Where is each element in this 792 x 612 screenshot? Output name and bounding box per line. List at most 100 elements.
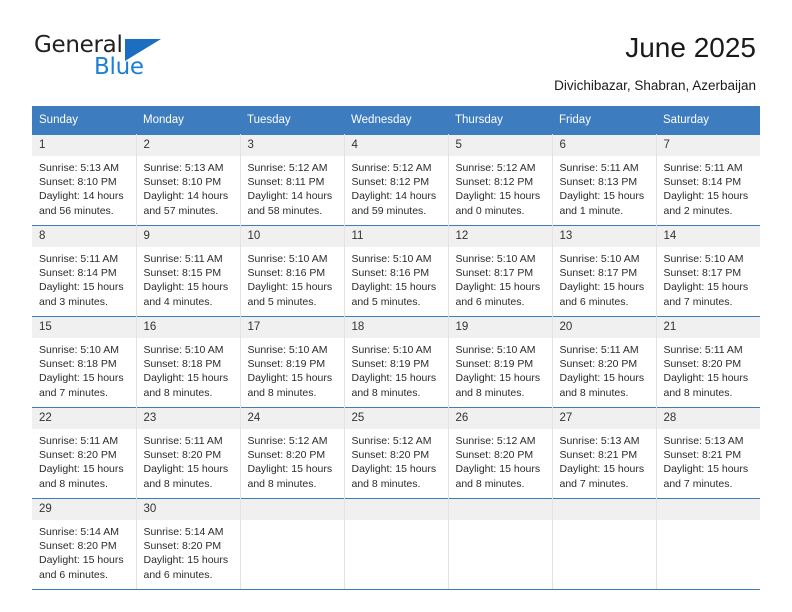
day-number: 17 (240, 317, 344, 338)
sunrise-text: Sunrise: 5:11 AM (143, 253, 223, 265)
brand-name-blue: Blue (94, 54, 144, 80)
day-number: 23 (136, 408, 240, 429)
day-cell[interactable]: 24 Sunrise: 5:12 AM Sunset: 8:20 PM Dayl… (240, 407, 345, 499)
day-cell[interactable]: 30 Sunrise: 5:14 AM Sunset: 8:20 PM Dayl… (136, 498, 241, 590)
daylight-text: Daylight: 15 hours and 7 minutes. (663, 463, 749, 490)
day-details: Sunrise: 5:11 AM Sunset: 8:14 PM Dayligh… (32, 247, 136, 309)
day-cell[interactable]: 10 Sunrise: 5:10 AM Sunset: 8:16 PM Dayl… (240, 225, 345, 317)
day-number: 13 (552, 226, 656, 247)
day-cell[interactable]: 4 Sunrise: 5:12 AM Sunset: 8:12 PM Dayli… (344, 134, 449, 226)
day-cell[interactable]: 15 Sunrise: 5:10 AM Sunset: 8:18 PM Dayl… (32, 316, 137, 408)
day-cell-empty (344, 498, 449, 590)
page-title: June 2025 (625, 32, 756, 63)
day-cell[interactable]: 6 Sunrise: 5:11 AM Sunset: 8:13 PM Dayli… (552, 134, 657, 226)
daylight-text: Daylight: 15 hours and 8 minutes. (351, 372, 437, 399)
day-details: Sunrise: 5:13 AM Sunset: 8:21 PM Dayligh… (657, 429, 761, 491)
day-number: 10 (240, 226, 344, 247)
day-cell[interactable]: 5 Sunrise: 5:12 AM Sunset: 8:12 PM Dayli… (448, 134, 553, 226)
weekday-header-sunday: Sunday (32, 106, 136, 135)
daylight-text: Daylight: 15 hours and 8 minutes. (455, 463, 541, 490)
sunrise-text: Sunrise: 5:11 AM (143, 435, 223, 447)
sunset-text: Sunset: 8:19 PM (351, 358, 430, 371)
week-row: 1 Sunrise: 5:13 AM Sunset: 8:10 PM Dayli… (32, 134, 761, 226)
day-details: Sunrise: 5:11 AM Sunset: 8:14 PM Dayligh… (657, 156, 761, 218)
day-details (345, 520, 448, 525)
day-cell[interactable]: 3 Sunrise: 5:12 AM Sunset: 8:11 PM Dayli… (240, 134, 345, 226)
day-cell[interactable]: 25 Sunrise: 5:12 AM Sunset: 8:20 PM Dayl… (344, 407, 449, 499)
day-cell[interactable]: 8 Sunrise: 5:11 AM Sunset: 8:14 PM Dayli… (32, 225, 137, 317)
day-details: Sunrise: 5:13 AM Sunset: 8:10 PM Dayligh… (137, 156, 240, 218)
day-cell[interactable]: 26 Sunrise: 5:12 AM Sunset: 8:20 PM Dayl… (448, 407, 553, 499)
sunset-text: Sunset: 8:15 PM (143, 267, 222, 280)
day-cell[interactable]: 19 Sunrise: 5:10 AM Sunset: 8:19 PM Dayl… (448, 316, 553, 408)
day-number: 11 (344, 226, 448, 247)
sunrise-text: Sunrise: 5:11 AM (39, 435, 119, 447)
sunset-text: Sunset: 8:12 PM (455, 176, 534, 189)
day-cell[interactable]: 21 Sunrise: 5:11 AM Sunset: 8:20 PM Dayl… (656, 316, 761, 408)
day-number: 18 (344, 317, 448, 338)
daylight-text: Daylight: 15 hours and 6 minutes. (455, 281, 541, 308)
daylight-text: Daylight: 15 hours and 0 minutes. (455, 190, 541, 217)
day-details: Sunrise: 5:11 AM Sunset: 8:13 PM Dayligh… (553, 156, 656, 218)
week-row: 29 Sunrise: 5:14 AM Sunset: 8:20 PM Dayl… (32, 498, 760, 590)
day-cell[interactable]: 27 Sunrise: 5:13 AM Sunset: 8:21 PM Dayl… (552, 407, 657, 499)
sunset-text: Sunset: 8:10 PM (39, 176, 117, 189)
day-cell[interactable]: 14 Sunrise: 5:10 AM Sunset: 8:17 PM Dayl… (656, 225, 760, 317)
daylight-text: Daylight: 15 hours and 1 minute. (559, 190, 645, 217)
sunrise-text: Sunrise: 5:13 AM (559, 435, 640, 447)
day-number: 25 (344, 408, 448, 429)
sunrise-text: Sunrise: 5:12 AM (247, 435, 328, 447)
sunrise-text: Sunrise: 5:12 AM (455, 435, 536, 447)
day-cell[interactable]: 22 Sunrise: 5:11 AM Sunset: 8:20 PM Dayl… (32, 407, 137, 499)
day-number: 20 (552, 317, 656, 338)
day-details: Sunrise: 5:10 AM Sunset: 8:19 PM Dayligh… (345, 338, 448, 400)
day-cell[interactable]: 13 Sunrise: 5:10 AM Sunset: 8:17 PM Dayl… (552, 225, 657, 317)
day-details: Sunrise: 5:10 AM Sunset: 8:19 PM Dayligh… (241, 338, 344, 400)
day-cell[interactable]: 20 Sunrise: 5:11 AM Sunset: 8:20 PM Dayl… (552, 316, 657, 408)
day-number: 6 (552, 135, 656, 156)
day-cell[interactable]: 9 Sunrise: 5:11 AM Sunset: 8:15 PM Dayli… (136, 225, 241, 317)
day-cell[interactable]: 18 Sunrise: 5:10 AM Sunset: 8:19 PM Dayl… (344, 316, 449, 408)
day-cell[interactable]: 16 Sunrise: 5:10 AM Sunset: 8:18 PM Dayl… (136, 316, 241, 408)
sunset-text: Sunset: 8:19 PM (455, 358, 534, 371)
day-details: Sunrise: 5:12 AM Sunset: 8:20 PM Dayligh… (345, 429, 448, 491)
daylight-text: Daylight: 15 hours and 6 minutes. (559, 281, 645, 308)
day-details: Sunrise: 5:11 AM Sunset: 8:20 PM Dayligh… (137, 429, 240, 491)
daylight-text: Daylight: 15 hours and 7 minutes. (559, 463, 645, 490)
sunrise-text: Sunrise: 5:11 AM (559, 162, 639, 174)
day-cell-empty (448, 498, 553, 590)
sunset-text: Sunset: 8:16 PM (351, 267, 430, 280)
sunrise-text: Sunrise: 5:11 AM (663, 162, 743, 174)
day-cell[interactable]: 7 Sunrise: 5:11 AM Sunset: 8:14 PM Dayli… (656, 134, 761, 226)
day-details: Sunrise: 5:11 AM Sunset: 8:20 PM Dayligh… (657, 338, 761, 400)
daylight-text: Daylight: 15 hours and 8 minutes. (143, 463, 229, 490)
day-cell[interactable]: 28 Sunrise: 5:13 AM Sunset: 8:21 PM Dayl… (656, 407, 761, 499)
sunset-text: Sunset: 8:17 PM (559, 267, 638, 280)
day-cell-empty (240, 498, 345, 590)
day-number: 21 (656, 317, 760, 338)
day-cell[interactable]: 29 Sunrise: 5:14 AM Sunset: 8:20 PM Dayl… (32, 498, 137, 590)
day-cell[interactable]: 23 Sunrise: 5:11 AM Sunset: 8:20 PM Dayl… (136, 407, 241, 499)
sunrise-text: Sunrise: 5:11 AM (39, 253, 119, 265)
day-cell[interactable]: 17 Sunrise: 5:10 AM Sunset: 8:19 PM Dayl… (240, 316, 345, 408)
sunset-text: Sunset: 8:20 PM (39, 449, 117, 462)
sunrise-sunset-calendar: Sunday Monday Tuesday Wednesday Thursday… (32, 106, 760, 590)
day-details: Sunrise: 5:10 AM Sunset: 8:18 PM Dayligh… (32, 338, 136, 400)
week-row: 22 Sunrise: 5:11 AM Sunset: 8:20 PM Dayl… (32, 407, 761, 499)
day-details (449, 520, 552, 525)
sunrise-text: Sunrise: 5:13 AM (663, 435, 744, 447)
day-cell[interactable]: 1 Sunrise: 5:13 AM Sunset: 8:10 PM Dayli… (32, 134, 137, 226)
day-cell[interactable]: 2 Sunrise: 5:13 AM Sunset: 8:10 PM Dayli… (136, 134, 241, 226)
weekday-header-saturday: Saturday (656, 106, 760, 135)
brand-logo[interactable]: General Blue (34, 32, 214, 82)
sunset-text: Sunset: 8:13 PM (559, 176, 638, 189)
daylight-text: Daylight: 15 hours and 6 minutes. (143, 554, 229, 581)
day-details: Sunrise: 5:10 AM Sunset: 8:17 PM Dayligh… (449, 247, 552, 309)
day-cell[interactable]: 11 Sunrise: 5:10 AM Sunset: 8:16 PM Dayl… (344, 225, 449, 317)
daylight-text: Daylight: 15 hours and 8 minutes. (247, 372, 333, 399)
sunrise-text: Sunrise: 5:11 AM (663, 344, 743, 356)
day-details: Sunrise: 5:13 AM Sunset: 8:21 PM Dayligh… (553, 429, 656, 491)
sunset-text: Sunset: 8:16 PM (247, 267, 326, 280)
day-cell[interactable]: 12 Sunrise: 5:10 AM Sunset: 8:17 PM Dayl… (448, 225, 553, 317)
day-number: 15 (32, 317, 136, 338)
